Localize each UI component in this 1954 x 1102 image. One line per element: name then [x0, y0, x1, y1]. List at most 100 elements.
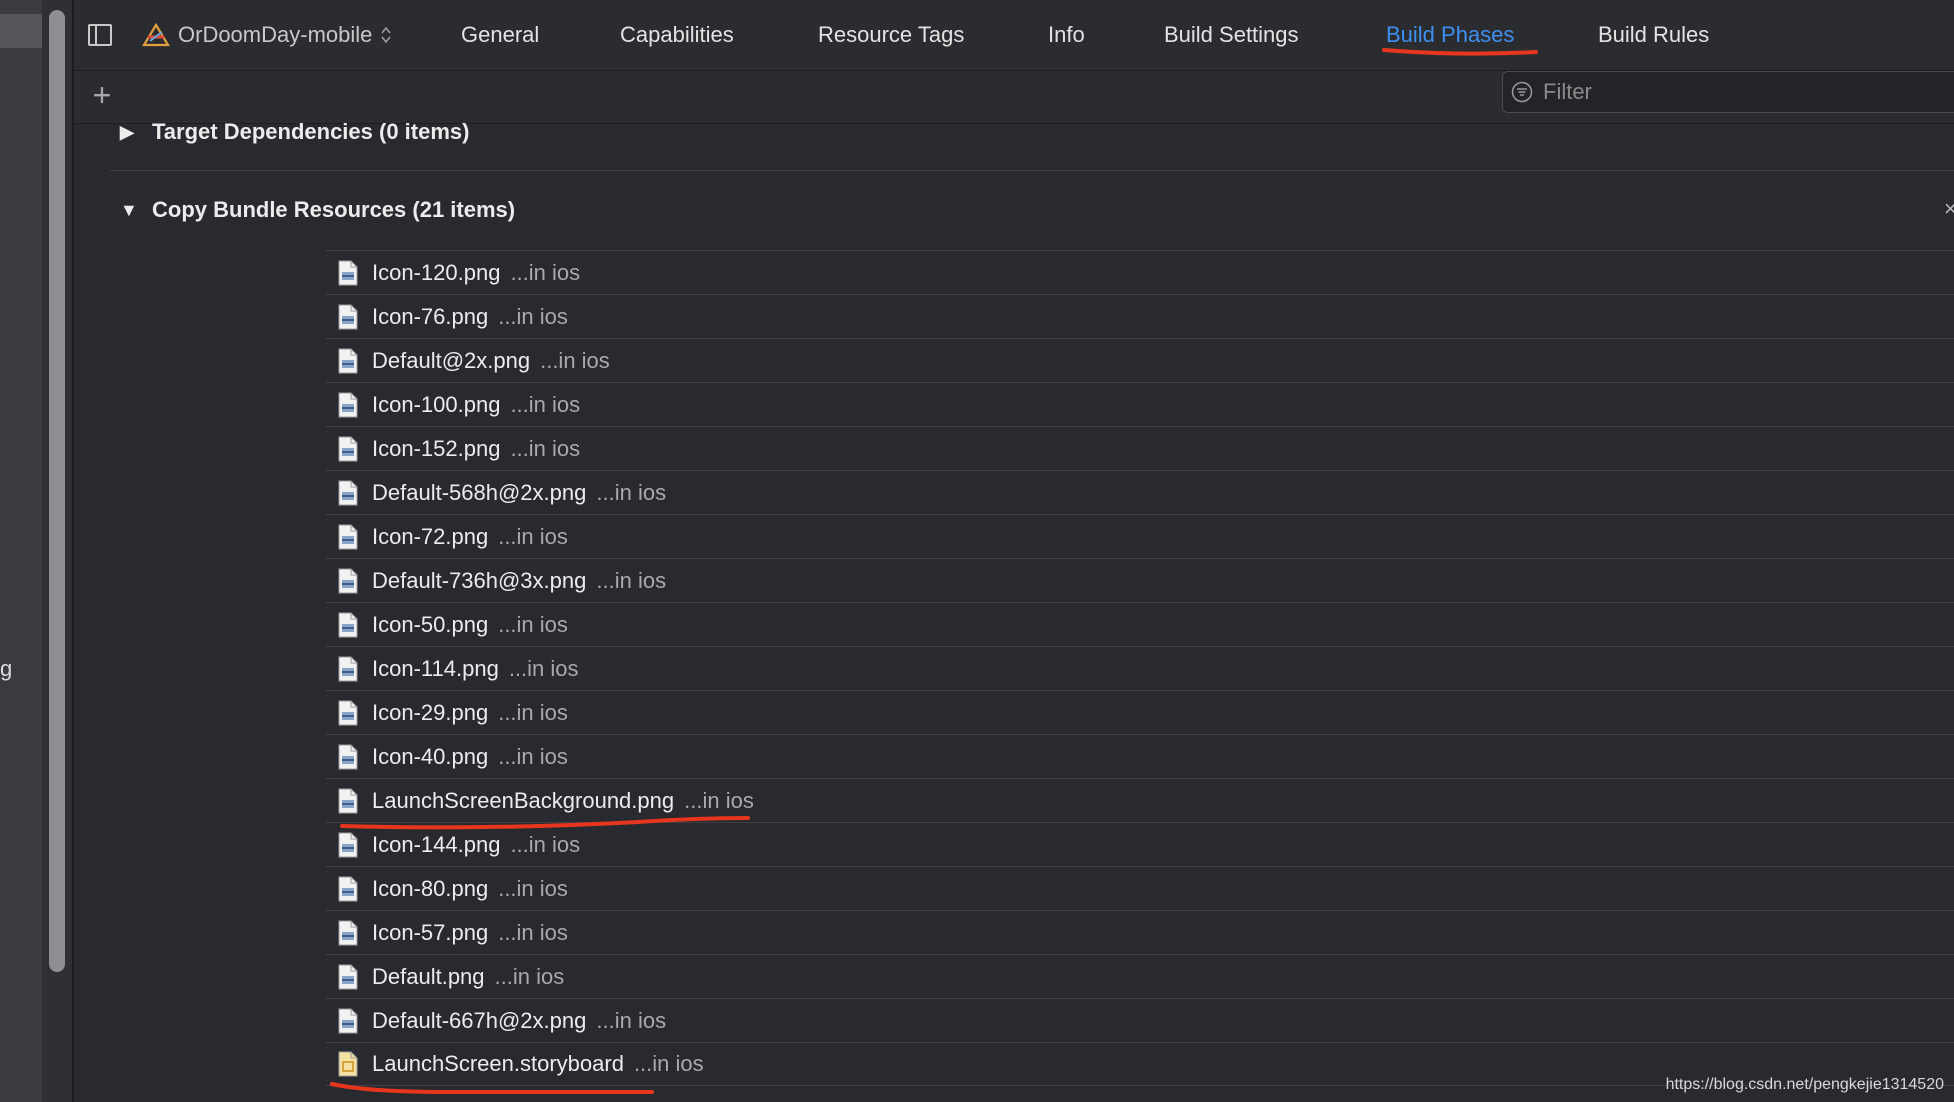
- resource-file-location: ...in ios: [510, 391, 581, 417]
- tab-capabilities[interactable]: Capabilities: [620, 22, 734, 48]
- image-file-icon: [338, 612, 358, 637]
- resource-file-name: Icon-120.png: [372, 259, 501, 285]
- resource-file-name: Icon-80.png: [372, 875, 489, 901]
- image-file-icon: [338, 788, 358, 813]
- resource-file-name: Default-568h@2x.png: [372, 479, 587, 505]
- resource-file-name: Icon-40.png: [372, 743, 489, 769]
- image-file-icon: [338, 744, 358, 769]
- resource-file-location: ...in ios: [684, 787, 754, 813]
- resource-file-name: Default@2x.png: [372, 347, 531, 373]
- resource-row[interactable]: Icon-72.png ...in ios: [326, 514, 1954, 558]
- resource-file-name: Icon-144.png: [372, 831, 501, 857]
- sidebar-toggle-icon[interactable]: [88, 24, 112, 46]
- resource-row[interactable]: Default-568h@2x.png ...in ios: [326, 470, 1954, 514]
- phase-divider: [110, 170, 1954, 171]
- resource-file-location: ...in ios: [508, 655, 579, 681]
- resource-file-location: ...in ios: [510, 831, 581, 857]
- resource-file-location: ...in ios: [540, 347, 610, 373]
- resource-file-location: ...in ios: [498, 919, 568, 945]
- disclosure-down-icon[interactable]: ▼: [120, 200, 138, 221]
- phase-target-dependencies[interactable]: ▶ Target Dependencies (0 items): [120, 119, 469, 145]
- resource-row[interactable]: Default-736h@3x.png ...in ios: [326, 558, 1954, 602]
- close-icon[interactable]: ×: [1944, 196, 1954, 222]
- editor-tab-bar: OrDoomDay-mobile General Capabilities Re…: [74, 0, 1954, 71]
- navigator-scrollbar[interactable]: [49, 10, 65, 972]
- resource-row[interactable]: Icon-50.png ...in ios: [326, 602, 1954, 646]
- phase-toolbar: +: [74, 71, 1954, 124]
- resource-row[interactable]: Icon-80.png ...in ios: [326, 866, 1954, 910]
- phase-title: Copy Bundle Resources (21 items): [152, 197, 516, 222]
- resource-file-name: Icon-76.png: [372, 303, 489, 329]
- image-file-icon: [338, 568, 358, 593]
- resource-row[interactable]: Icon-29.png ...in ios: [326, 690, 1954, 734]
- resource-row[interactable]: Icon-76.png ...in ios: [326, 294, 1954, 338]
- image-file-icon: [338, 436, 358, 461]
- navigator-selection: [0, 14, 42, 48]
- image-file-icon: [338, 260, 358, 285]
- image-file-icon: [338, 700, 358, 725]
- resource-file-location: ...in ios: [498, 875, 568, 901]
- resource-file-name: Default.png: [372, 963, 485, 989]
- watermark: https://blog.csdn.net/pengkejie1314520: [1665, 1076, 1944, 1093]
- resource-row[interactable]: Default-667h@2x.png ...in ios: [326, 998, 1954, 1042]
- resource-file-location: ...in ios: [596, 479, 667, 505]
- image-file-icon: [338, 832, 358, 857]
- resource-file-name: Default-667h@2x.png: [372, 1007, 587, 1033]
- image-file-icon: [338, 480, 358, 505]
- resource-row[interactable]: Icon-152.png ...in ios: [326, 426, 1954, 470]
- phase-title: Target Dependencies (0 items): [152, 119, 470, 144]
- filter-icon: [1511, 81, 1533, 103]
- resource-row[interactable]: Default@2x.png ...in ios: [326, 338, 1954, 382]
- tab-build-rules[interactable]: Build Rules: [1598, 22, 1709, 48]
- resource-file-location: ...in ios: [510, 259, 581, 285]
- filter-field[interactable]: [1502, 71, 1954, 113]
- resource-file-name: LaunchScreen.storyboard: [372, 1051, 624, 1076]
- resource-file-location: ...in ios: [494, 963, 565, 989]
- image-file-icon: [338, 524, 358, 549]
- image-file-icon: [338, 392, 358, 417]
- resource-row[interactable]: Icon-40.png ...in ios: [326, 734, 1954, 778]
- filter-input[interactable]: [1541, 78, 1925, 106]
- resource-file-location: ...in ios: [596, 567, 667, 593]
- resource-file-location: ...in ios: [498, 699, 568, 725]
- resource-row[interactable]: Default.png ...in ios: [326, 954, 1954, 998]
- chevron-updown-icon: [380, 25, 392, 45]
- pane-divider[interactable]: [72, 0, 74, 1102]
- resource-file-name: Icon-50.png: [372, 611, 489, 637]
- build-phases-annotation-underline: [1382, 48, 1538, 56]
- resource-row[interactable]: Icon-100.png ...in ios: [326, 382, 1954, 426]
- resource-file-name: Icon-114.png: [372, 655, 499, 681]
- resource-file-location: ...in ios: [498, 303, 568, 329]
- resource-row[interactable]: Icon-57.png ...in ios: [326, 910, 1954, 954]
- image-file-icon: [338, 348, 358, 373]
- tab-info[interactable]: Info: [1048, 22, 1085, 48]
- disclosure-right-icon[interactable]: ▶: [120, 122, 136, 143]
- app-target-icon: [142, 23, 170, 47]
- resource-file-name: Icon-100.png: [372, 391, 501, 417]
- navigator-cut-text: g: [0, 656, 13, 681]
- image-file-icon: [338, 656, 358, 681]
- image-file-icon: [338, 304, 358, 329]
- resource-file-name: LaunchScreenBackground.png: [372, 787, 675, 813]
- target-selector[interactable]: OrDoomDay-mobile: [142, 22, 392, 48]
- resource-file-location: ...in ios: [498, 611, 568, 637]
- resource-file-location: ...in ios: [596, 1007, 667, 1033]
- tab-resource-tags[interactable]: Resource Tags: [818, 22, 964, 48]
- resource-row[interactable]: Icon-114.png ...in ios: [326, 646, 1954, 690]
- image-file-icon: [338, 876, 358, 901]
- resource-file-name: Icon-29.png: [372, 699, 489, 725]
- resource-file-name: Icon-72.png: [372, 523, 489, 549]
- resource-file-location: ...in ios: [510, 435, 581, 461]
- resource-file-name: Icon-152.png: [372, 435, 501, 461]
- launchscreen-background-annotation-underline: [340, 816, 750, 830]
- add-phase-button[interactable]: +: [88, 79, 116, 111]
- target-name: OrDoomDay-mobile: [178, 22, 373, 47]
- launchscreen-storyboard-annotation-underline: [330, 1082, 654, 1094]
- resource-file-name: Icon-57.png: [372, 919, 489, 945]
- tab-build-settings[interactable]: Build Settings: [1164, 22, 1299, 48]
- tab-general[interactable]: General: [461, 22, 539, 48]
- resource-file-location: ...in ios: [633, 1051, 704, 1076]
- resource-row[interactable]: Icon-120.png ...in ios: [326, 250, 1954, 294]
- phase-copy-bundle-resources[interactable]: ▼ Copy Bundle Resources (21 items): [120, 197, 515, 223]
- navigator-pane: g: [0, 0, 74, 1102]
